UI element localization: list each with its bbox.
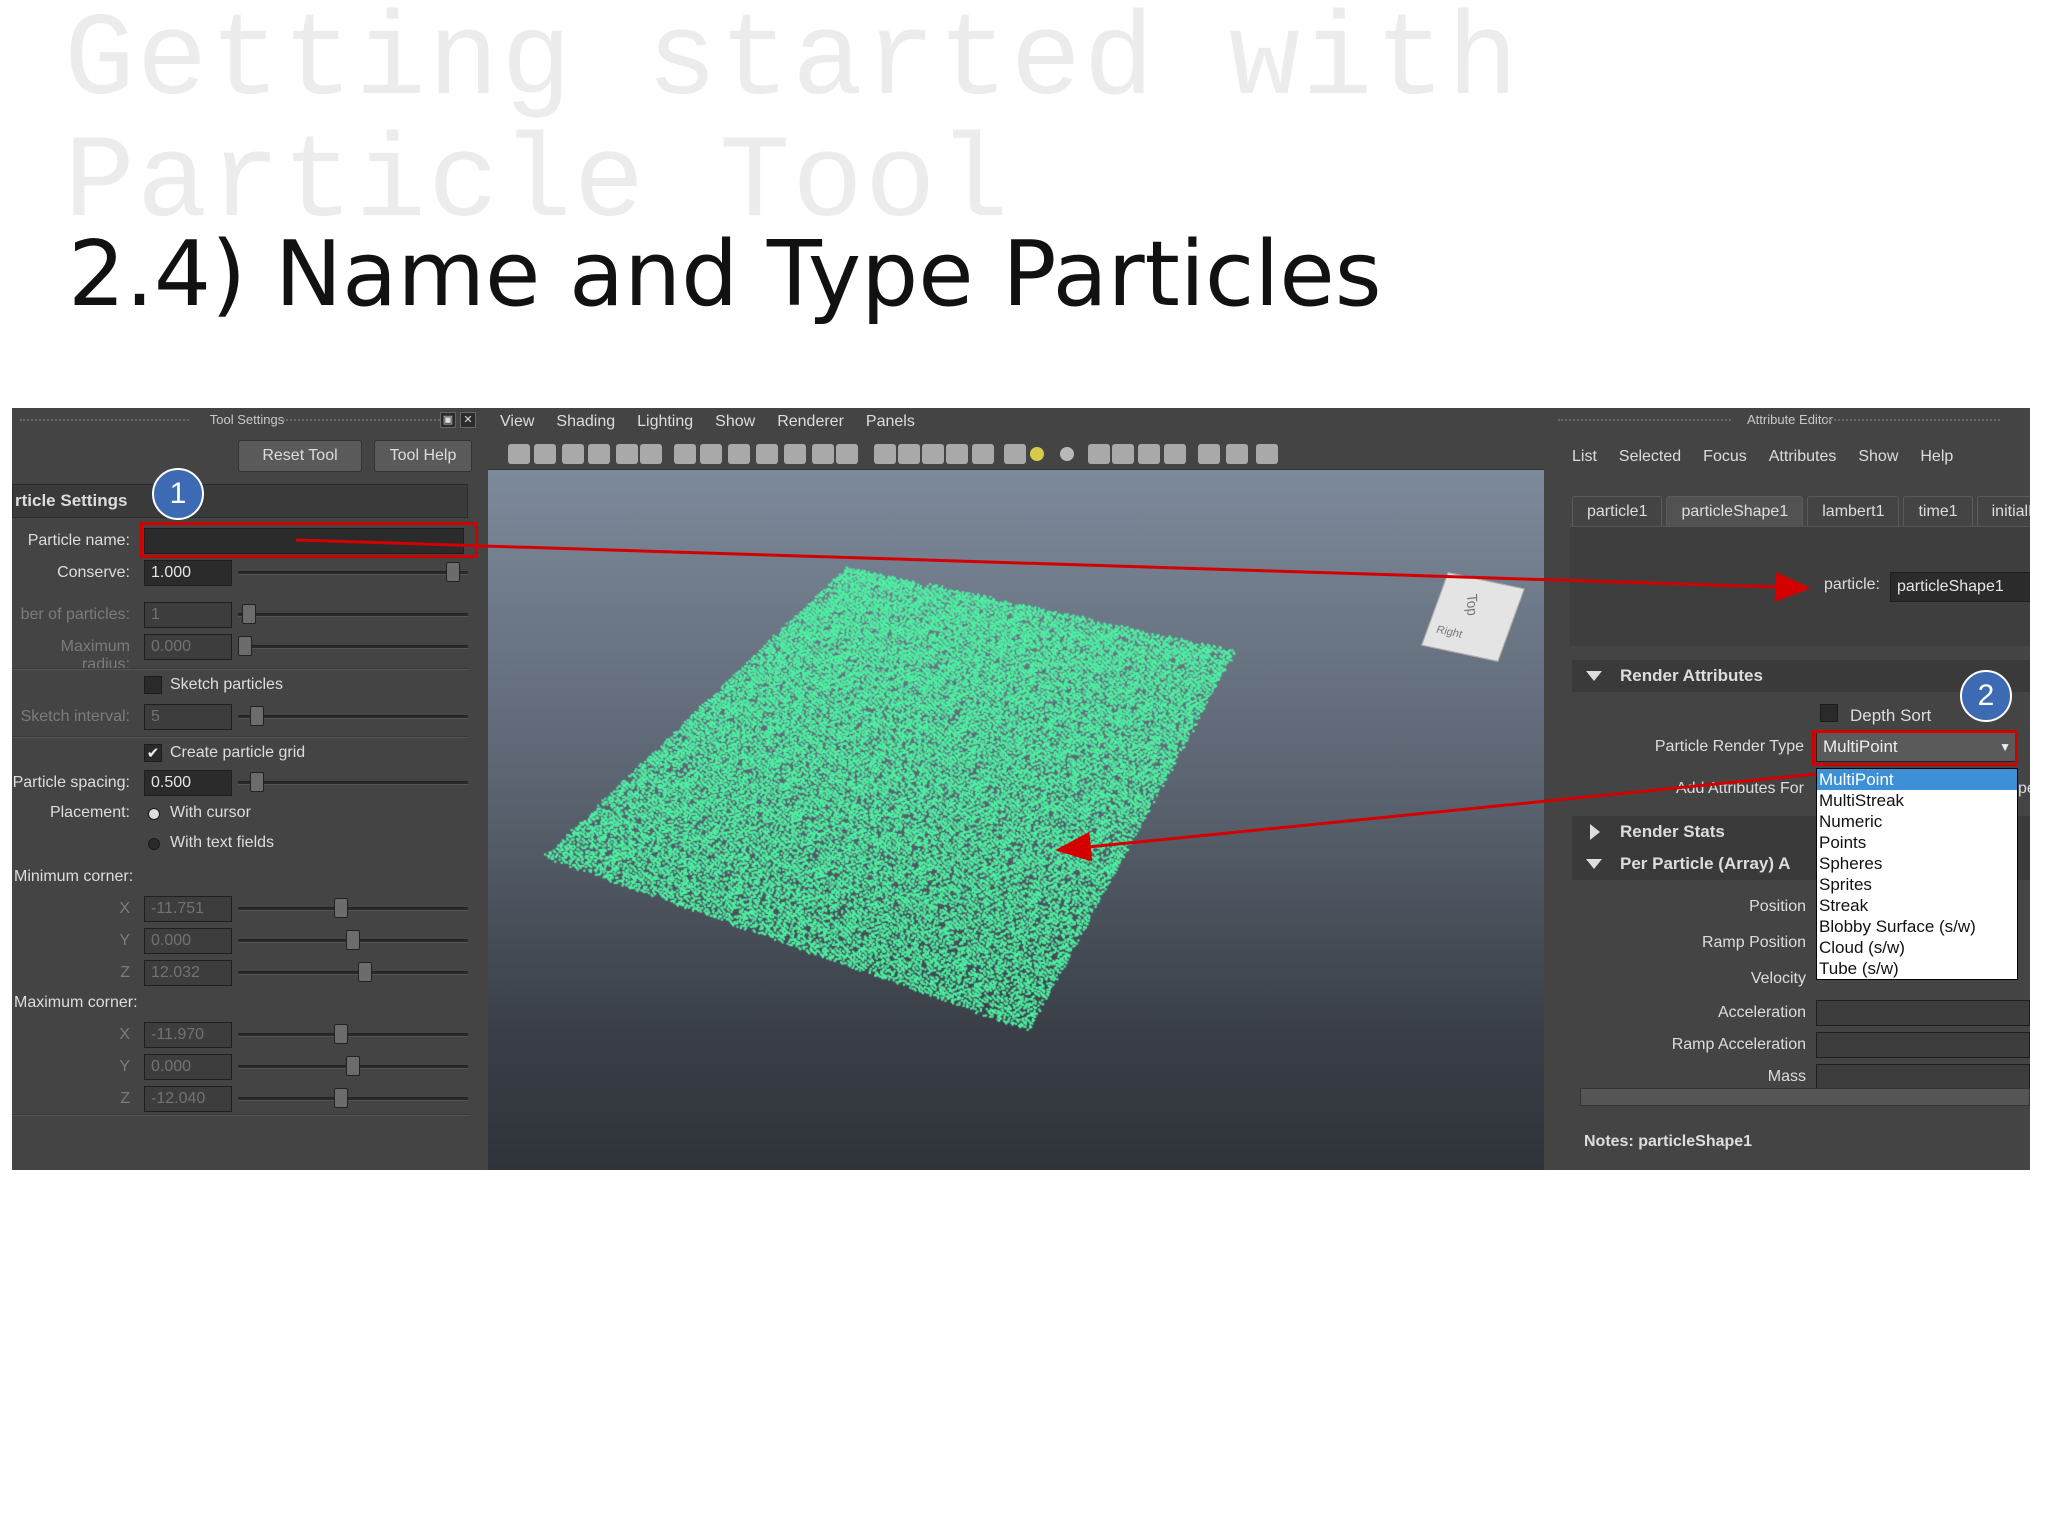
screenshot: Tool Settings ▣ ✕ Reset Tool Tool Help rt… — [12, 408, 2030, 1170]
arrow-1 — [295, 538, 1811, 602]
arrow-overlay — [295, 538, 1817, 862]
ghost-title: Getting started with Particle Tool — [64, 0, 1521, 251]
arrow-2 — [1055, 772, 1817, 862]
page-title: 2.4) Name and Type Particles — [68, 222, 1382, 327]
